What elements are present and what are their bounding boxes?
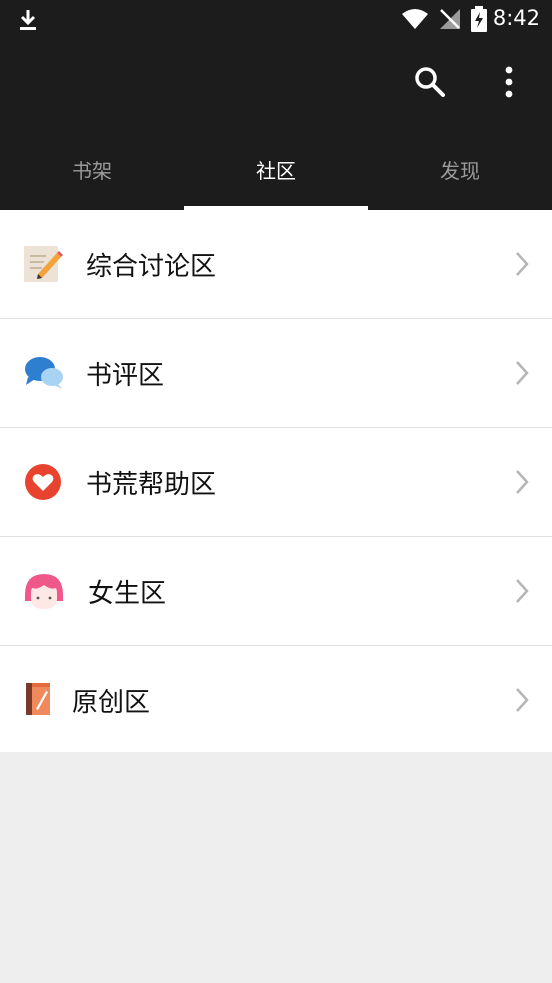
- chevron-right-icon: [516, 252, 529, 276]
- list-item-label: 女生区: [88, 578, 167, 609]
- list-item-book-help[interactable]: 书荒帮助区: [0, 428, 552, 537]
- chevron-right-icon: [516, 688, 529, 712]
- tab-discover[interactable]: 发现: [368, 128, 552, 210]
- status-time: 8:42: [492, 6, 540, 30]
- list-item-original[interactable]: 原创区: [0, 646, 552, 752]
- no-signal-icon: [440, 9, 460, 29]
- community-list: 综合讨论区 书评区 书荒帮助区 女生区 原创区: [0, 210, 552, 752]
- list-item-label: 书评区: [86, 360, 165, 391]
- list-item-label: 书荒帮助区: [86, 469, 217, 500]
- chevron-right-icon: [516, 579, 529, 603]
- download-icon: [20, 10, 36, 30]
- notepad-pencil-icon: [24, 246, 63, 282]
- battery-charging-icon: [471, 6, 487, 32]
- more-vert-icon[interactable]: [502, 66, 516, 98]
- heart-icon: [25, 464, 61, 500]
- app-bar: 8:42 书架 社区 发现: [0, 0, 552, 210]
- search-icon[interactable]: [414, 66, 446, 98]
- tab-bar: 书架 社区 发现: [0, 128, 552, 210]
- wifi-icon: [402, 9, 428, 29]
- list-item-book-review[interactable]: 书评区: [0, 319, 552, 428]
- list-item-general-discussion[interactable]: 综合讨论区: [0, 210, 552, 319]
- chevron-right-icon: [516, 470, 529, 494]
- list-item-label: 原创区: [72, 687, 151, 718]
- status-bar: 8:42: [0, 0, 552, 40]
- tab-bookshelf[interactable]: 书架: [0, 128, 184, 210]
- chevron-right-icon: [516, 361, 529, 385]
- list-item-female[interactable]: 女生区: [0, 537, 552, 646]
- book-pen-icon: [26, 683, 50, 715]
- girl-face-icon: [25, 574, 63, 609]
- tab-community[interactable]: 社区: [184, 128, 368, 210]
- list-item-label: 综合讨论区: [86, 251, 217, 282]
- chat-bubbles-icon: [25, 357, 63, 389]
